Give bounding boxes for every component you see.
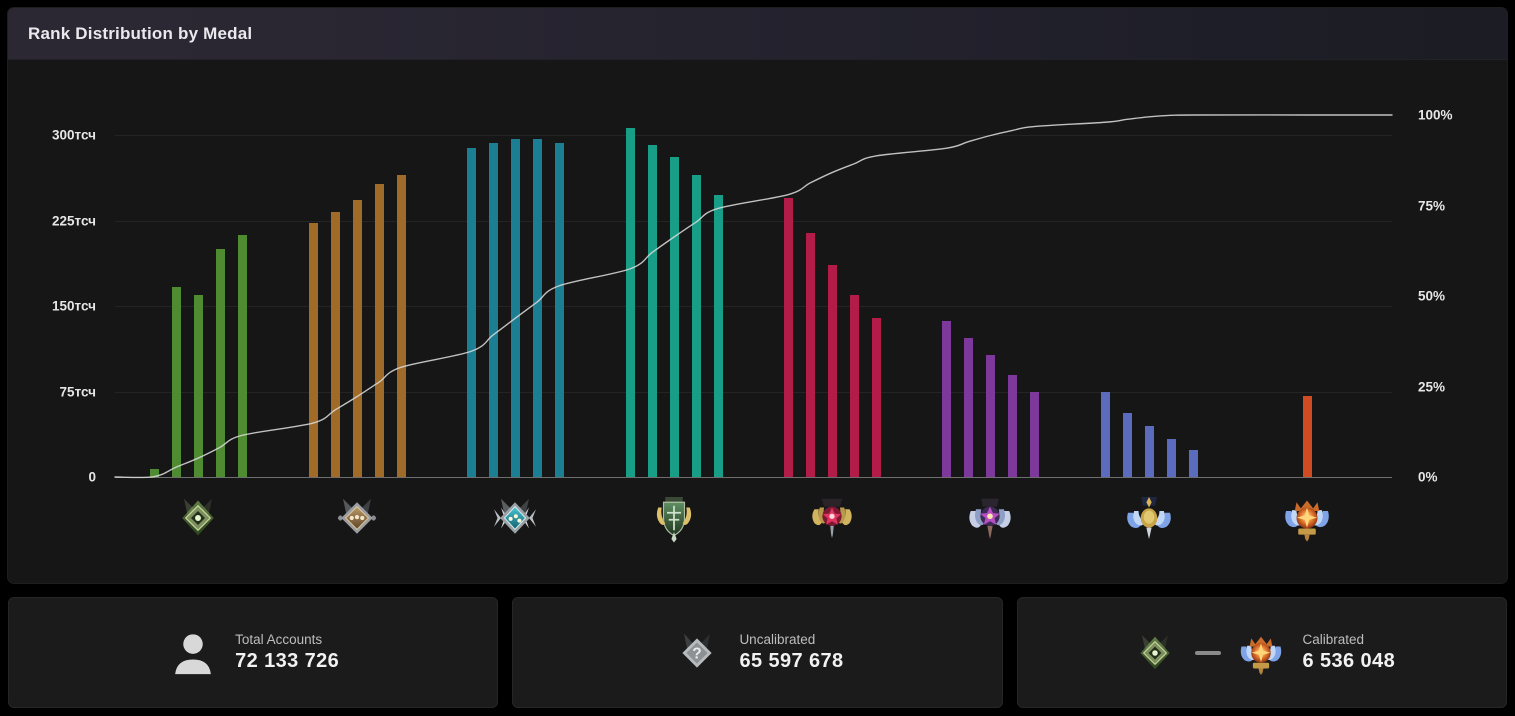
medal-icon-herald[interactable] [170,490,226,546]
summary-card-text: Calibrated 6 536 048 [1303,632,1396,673]
medal-icon-divine[interactable] [1121,490,1177,546]
rank-distribution-dashboard: Rank Distribution by Medal 300тсч 225тсч 1… [0,0,1515,716]
chart-panel-header: Rank Distribution by Medal [8,8,1507,60]
medal-icon-archon[interactable] [646,490,702,546]
summary-card-label: Total Accounts [235,632,323,647]
summary-card-label: Calibrated [1302,632,1365,647]
medal-icon-immortal [1235,627,1287,679]
medal-icon-guardian[interactable] [329,490,385,546]
medal-icon-legend[interactable] [804,490,860,546]
medal-icon-crusader[interactable] [487,490,543,546]
medal-icon-ancient[interactable] [962,490,1018,546]
range-dash-icon [1194,650,1221,655]
person-icon [167,627,219,679]
chart-panel: Rank Distribution by Medal 300тсч 225тсч 1… [8,8,1507,583]
summary-card-value: 6 536 048 [1302,650,1396,672]
rank-range-icons [1129,627,1287,679]
svg-text:?: ? [693,645,702,662]
summary-card-total-accounts[interactable]: Total Accounts 72 133 726 [8,597,499,708]
summary-card-value: 72 133 726 [235,650,340,672]
summary-card-label: Uncalibrated [739,632,816,647]
page-title: Rank Distribution by Medal [28,23,253,43]
summary-card-calibrated[interactable]: Calibrated 6 536 048 [1016,597,1507,708]
x-axis-medal-icons [8,60,1507,583]
summary-card-value: 65 597 678 [739,650,844,672]
summary-card-uncalibrated[interactable]: ? Uncalibrated 65 597 678 [512,597,1003,708]
summary-card-text: Uncalibrated 65 597 678 [739,632,843,673]
summary-cards: Total Accounts 72 133 726 ? Uncalibrated 6… [8,597,1507,708]
medal-icon-herald [1129,627,1181,679]
uncalibrated-medal-icon: ? [671,627,723,679]
chart-plot-area: 300тсч 225тсч 150тсч 75тсч 0 100% 75% 50% 25% 0% [8,60,1507,583]
summary-card-text: Total Accounts 72 133 726 [235,632,339,673]
medal-icon-immortal[interactable] [1279,490,1335,546]
